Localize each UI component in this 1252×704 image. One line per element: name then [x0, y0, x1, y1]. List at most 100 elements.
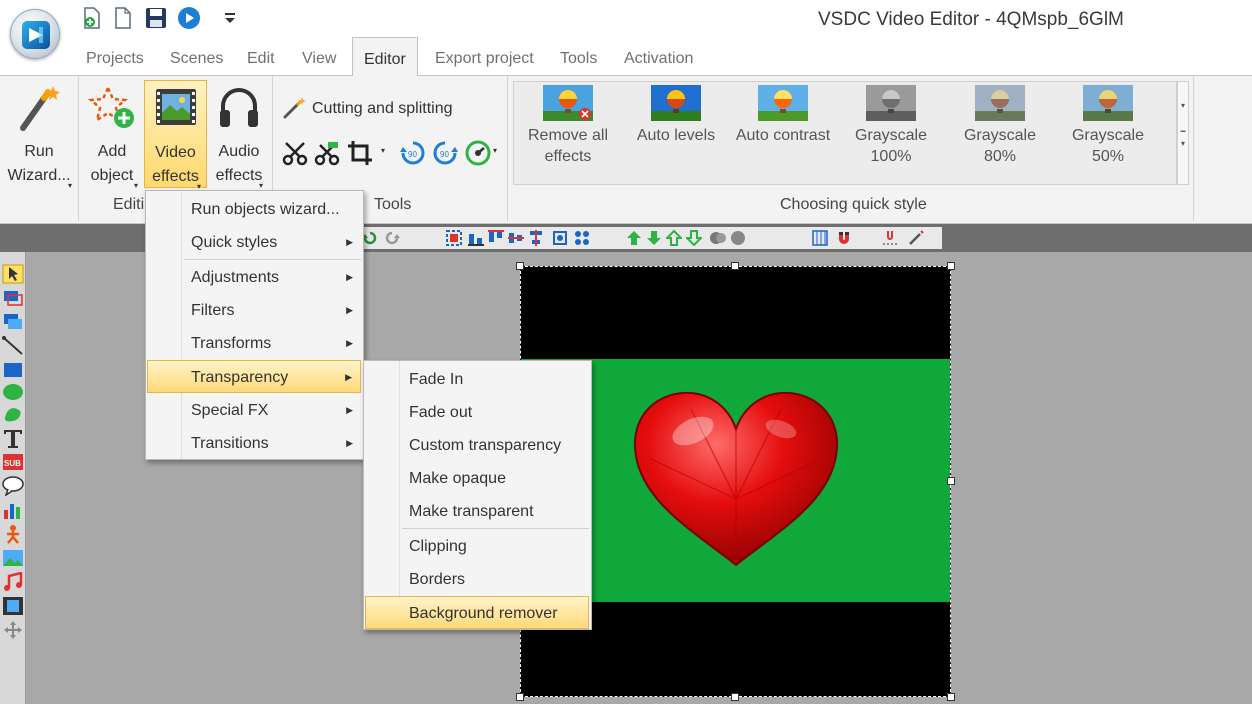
tab-edit[interactable]: Edit — [247, 50, 275, 68]
menu-item-transparency[interactable]: Transparency ▶ — [147, 360, 361, 393]
play-icon[interactable] — [177, 6, 201, 30]
align-top-icon[interactable] — [488, 230, 504, 246]
rectangle-layers-icon[interactable] — [2, 312, 24, 332]
resize-handle[interactable] — [947, 693, 955, 701]
tab-scenes[interactable]: Scenes — [170, 50, 223, 68]
menu-item-fade-out[interactable]: Fade out — [366, 396, 589, 429]
menu-item-label: Transitions — [191, 435, 269, 452]
scroll-down-icon[interactable]: ━ — [1178, 126, 1188, 138]
snap-grid-icon[interactable] — [882, 230, 898, 246]
quick-style-remove-all-effects[interactable]: Remove all effects — [522, 82, 614, 167]
magic-pen-icon[interactable] — [908, 230, 924, 246]
rotate-left-90-icon[interactable]: 90 — [400, 140, 426, 166]
speed-icon[interactable]: ▾ — [465, 140, 501, 166]
magic-wand-icon — [17, 84, 61, 140]
split-icon[interactable] — [314, 140, 340, 166]
video-effects-button[interactable]: Video effects ▾ — [144, 80, 207, 191]
menu-item-special-fx[interactable]: Special FX ▶ — [148, 394, 361, 427]
audio-effects-button[interactable]: Audio effects ▾ — [209, 78, 269, 190]
move-down-icon[interactable] — [646, 230, 662, 246]
resize-handle[interactable] — [947, 262, 955, 270]
dropdown-arrow-icon: ▾ — [134, 181, 139, 190]
menu-item-make-opaque[interactable]: Make opaque — [366, 462, 589, 495]
chart-tool-icon[interactable] — [2, 500, 24, 520]
undo-icon[interactable] — [362, 230, 378, 246]
resize-handle[interactable] — [516, 262, 524, 270]
align-center-icon[interactable] — [508, 230, 524, 246]
align-middle-icon[interactable] — [528, 230, 544, 246]
callout-tool-icon[interactable] — [2, 476, 24, 496]
rotate-right-90-icon[interactable]: 90 — [432, 140, 458, 166]
tab-export-project[interactable]: Export project — [435, 50, 534, 68]
video-tool-icon[interactable] — [2, 596, 24, 616]
headphones-icon — [217, 84, 261, 138]
run-wizard-button[interactable]: Run Wizard... ▾ — [4, 78, 74, 190]
distribute-grid-icon[interactable] — [574, 230, 590, 246]
scissors-icon[interactable] — [282, 140, 308, 166]
transparency-submenu: Fade In Fade out Custom transparency Mak… — [363, 360, 592, 630]
menu-item-clipping[interactable]: Clipping — [366, 530, 589, 563]
tab-tools[interactable]: Tools — [560, 50, 597, 68]
menu-item-transitions[interactable]: Transitions ▶ — [148, 427, 361, 460]
align-bottom-icon[interactable] — [468, 230, 484, 246]
menu-item-borders[interactable]: Borders — [366, 563, 589, 596]
subtitles-tool-icon[interactable]: SUB — [2, 452, 24, 472]
resize-handle[interactable] — [516, 693, 524, 701]
freeform-tool-icon[interactable] — [2, 404, 24, 424]
sprite-tool-icon[interactable] — [2, 524, 24, 544]
resize-handle[interactable] — [731, 693, 739, 701]
gallery-expand-icon[interactable]: ▾ — [1178, 138, 1188, 150]
resize-tool-icon[interactable] — [2, 288, 24, 308]
video-effects-label-1: Video — [155, 144, 196, 161]
send-to-back-icon[interactable] — [686, 230, 702, 246]
text-tool-icon[interactable] — [2, 428, 24, 448]
audio-tool-icon[interactable] — [2, 572, 24, 592]
quick-style-auto-contrast[interactable]: Auto contrast — [730, 82, 836, 146]
resize-handle[interactable] — [947, 477, 955, 485]
tab-view[interactable]: View — [302, 50, 336, 68]
menu-item-quick-styles[interactable]: Quick styles ▶ — [148, 226, 361, 259]
menu-item-fade-in[interactable]: Fade In — [366, 363, 589, 396]
move-tool-icon[interactable] — [2, 620, 24, 640]
distribute-icon[interactable] — [552, 230, 568, 246]
select-all-icon[interactable] — [446, 230, 462, 246]
menu-item-background-remover[interactable]: Background remover — [365, 596, 589, 629]
menu-item-run-objects-wizard[interactable]: Run objects wizard... — [148, 193, 361, 226]
save-icon[interactable] — [144, 6, 168, 30]
redo-icon[interactable] — [384, 230, 400, 246]
bring-to-front-icon[interactable] — [666, 230, 682, 246]
ungroup-icon[interactable] — [730, 230, 746, 246]
grid-icon[interactable] — [812, 230, 828, 246]
customize-quick-access-icon[interactable] — [218, 6, 242, 30]
tab-editor[interactable]: Editor — [352, 37, 418, 77]
tab-activation[interactable]: Activation — [624, 50, 693, 68]
scroll-up-icon[interactable]: ▾ — [1178, 100, 1188, 112]
quick-style-scrollbar[interactable]: ▾ ━ ▾ — [1177, 81, 1189, 185]
menu-item-transforms[interactable]: Transforms ▶ — [148, 327, 361, 360]
menu-item-custom-transparency[interactable]: Custom transparency — [366, 429, 589, 462]
rectangle-tool-icon[interactable] — [2, 360, 24, 380]
menu-item-adjustments[interactable]: Adjustments ▶ — [148, 261, 361, 294]
quick-style-grayscale-80[interactable]: Grayscale 80% — [946, 82, 1054, 167]
ellipse-tool-icon[interactable] — [2, 382, 24, 402]
new-document-icon[interactable] — [111, 6, 135, 30]
submenu-arrow-icon: ▶ — [346, 438, 353, 448]
tab-projects[interactable]: Projects — [86, 50, 144, 68]
image-tool-icon[interactable] — [2, 548, 24, 568]
add-object-button[interactable]: Add object ▾ — [82, 78, 142, 190]
pointer-tool-icon[interactable] — [2, 264, 24, 284]
menu-item-make-transparent[interactable]: Make transparent — [366, 495, 589, 528]
menu-item-filters[interactable]: Filters ▶ — [148, 294, 361, 327]
snap-magnet-icon[interactable] — [836, 230, 852, 246]
crop-icon[interactable]: ▾ — [347, 140, 387, 166]
menu-item-label: Make transparent — [409, 503, 534, 520]
quick-style-grayscale-50[interactable]: Grayscale 50% — [1056, 82, 1160, 167]
move-up-icon[interactable] — [626, 230, 642, 246]
app-logo-icon[interactable] — [10, 9, 60, 59]
quick-style-grayscale-100[interactable]: Grayscale 100% — [848, 82, 934, 167]
new-project-icon[interactable] — [80, 6, 104, 30]
group-icon[interactable] — [710, 230, 726, 246]
line-tool-icon[interactable] — [2, 336, 24, 356]
resize-handle[interactable] — [731, 262, 739, 270]
quick-style-auto-levels[interactable]: Auto levels — [630, 82, 722, 146]
